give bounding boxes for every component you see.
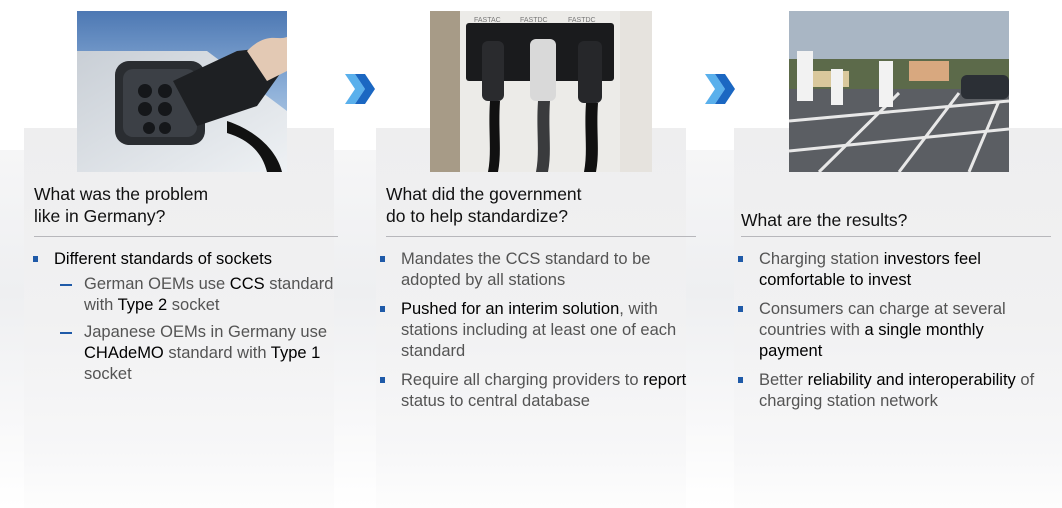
- list-item: Better reliability and interoperability …: [733, 370, 1051, 412]
- double-chevron-right-icon: [345, 74, 375, 104]
- text-segment-strong: CHAdeMO: [84, 344, 164, 362]
- heading-problem: What was the problem like in Germany?: [34, 183, 208, 227]
- sub-list-item: Japanese OEMs in Germany use CHAdeMO sta…: [54, 322, 338, 385]
- label-fastdc: FASTDC: [520, 17, 548, 24]
- divider-results: [741, 236, 1051, 237]
- bullet-text: Different standards of sockets: [54, 250, 272, 268]
- text-segment: Better: [759, 371, 808, 389]
- charging-station-image: [789, 11, 1009, 172]
- square-bullet-icon: [738, 256, 743, 262]
- text-segment-strong: Pushed for an interim solution: [401, 300, 620, 318]
- text-segment-strong: Type 2: [117, 296, 168, 314]
- square-bullet-icon: [738, 377, 743, 383]
- text-segment-strong: Type 1: [270, 344, 321, 362]
- heading-problem-line-1: What was the problem: [34, 184, 209, 204]
- text-segment: Japanese OEMs in Germany use: [84, 323, 328, 341]
- square-bullet-icon: [738, 306, 743, 312]
- list-item: Require all charging providers to report…: [375, 370, 701, 412]
- heading-government-line-2: do to help standardize?: [386, 206, 568, 226]
- bullet-list-problem: Different standards of sockets German OE…: [28, 249, 338, 393]
- heading-government-line-1: What did the government: [386, 184, 582, 204]
- list-item: Consumers can charge at several countrie…: [733, 299, 1051, 362]
- text-segment: Charging station: [759, 250, 884, 268]
- heading-results-line-1: What are the results?: [741, 210, 908, 230]
- square-bullet-icon: [380, 377, 385, 383]
- text-segment: socket: [167, 296, 220, 314]
- text-segment-strong: report: [643, 371, 687, 389]
- photo-ev-plug: [77, 11, 287, 172]
- text-segment: Require all charging providers to: [401, 371, 644, 389]
- dash-bullet-icon: [60, 284, 72, 286]
- square-bullet-icon: [380, 306, 385, 312]
- double-chevron-right-icon: [705, 74, 735, 104]
- square-bullet-icon: [380, 256, 385, 262]
- text-segment: standard with: [163, 344, 271, 362]
- text-segment: socket: [84, 365, 132, 383]
- bullet-text: Mandates the CCS standard to be adopted …: [401, 250, 651, 289]
- bullet-list-government: Mandates the CCS standard to be adopted …: [375, 249, 701, 420]
- list-item: Pushed for an interim solution, with sta…: [375, 299, 701, 362]
- text-segment: German OEMs use: [84, 275, 230, 293]
- label-fastdc: FASTDC: [568, 17, 596, 24]
- text-segment-strong: CCS: [229, 275, 265, 293]
- heading-results: What are the results?: [741, 209, 907, 231]
- divider-government: [386, 236, 696, 237]
- list-item: Mandates the CCS standard to be adopted …: [375, 249, 701, 291]
- heading-problem-line-2: like in Germany?: [34, 206, 166, 226]
- list-item: Charging station investors feel comforta…: [733, 249, 1051, 291]
- heading-government: What did the government do to help stand…: [386, 183, 582, 227]
- fast-charger-image: FASTAC FASTDC FASTDC: [430, 11, 652, 172]
- square-bullet-icon: [33, 256, 38, 262]
- dash-bullet-icon: [60, 332, 72, 334]
- text-segment: status to central database: [401, 392, 590, 410]
- text-segment-strong: reliability and interoperability: [807, 371, 1016, 389]
- bullet-list-results: Charging station investors feel comforta…: [733, 249, 1051, 420]
- photo-charger-connectors: FASTAC FASTDC FASTDC: [430, 11, 652, 172]
- label-fastac: FASTAC: [474, 17, 501, 24]
- ev-plug-image: [77, 11, 287, 172]
- divider-problem: [34, 236, 338, 237]
- sub-list-item: German OEMs use CCS standard with Type 2…: [54, 274, 338, 316]
- photo-charging-station: [789, 11, 1009, 172]
- list-item: Different standards of sockets German OE…: [28, 249, 338, 385]
- sub-list: German OEMs use CCS standard with Type 2…: [54, 274, 338, 385]
